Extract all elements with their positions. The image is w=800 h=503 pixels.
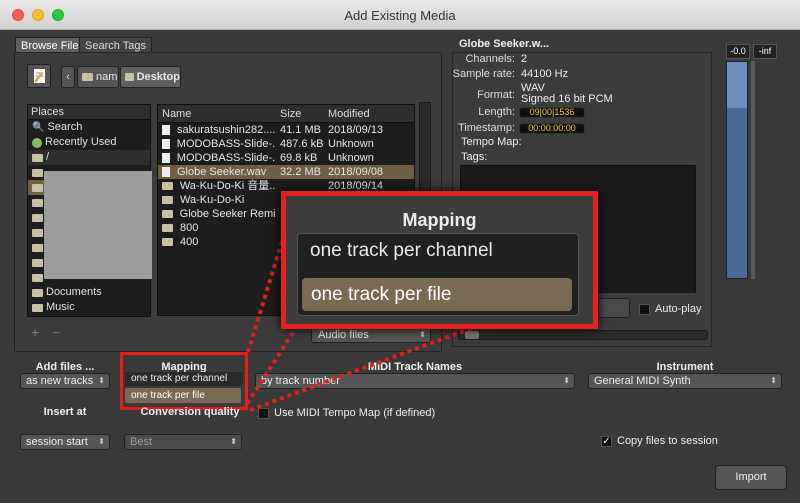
zoom-option-per-channel: one track per channel xyxy=(310,240,493,261)
mapping-zoom-callout: Mapping one track per channel one track … xyxy=(281,191,598,329)
zoom-mapping-list: one track per channel one track per file xyxy=(297,233,579,316)
zoom-option-per-file: one track per file xyxy=(302,278,572,311)
zoom-mapping-title: Mapping xyxy=(402,210,477,230)
